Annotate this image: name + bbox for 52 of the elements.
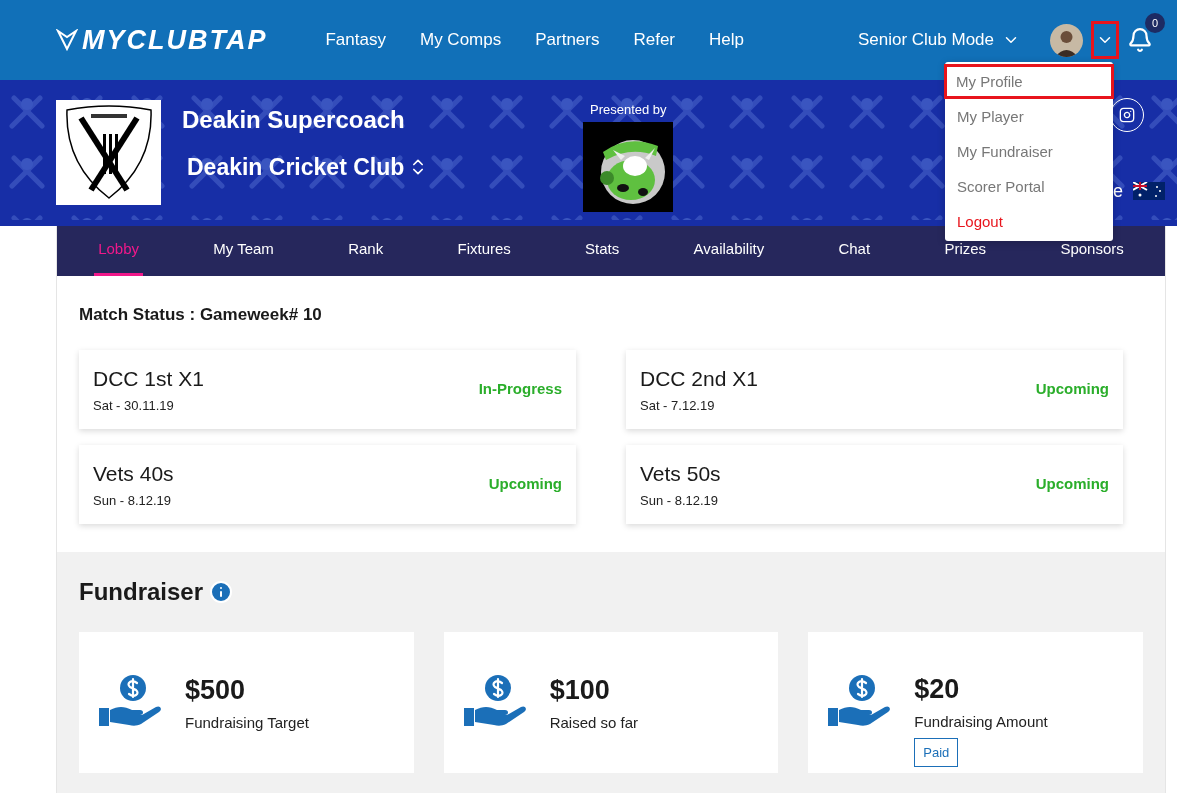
match-date: Sun - 8.12.19	[93, 492, 173, 510]
sponsor-caption: Presented by	[590, 101, 667, 119]
notification-count: 0	[1145, 13, 1165, 33]
match-status: Upcoming	[1035, 378, 1109, 399]
match-card[interactable]: DCC 2nd X1 Sat - 7.12.19 Upcoming	[626, 349, 1123, 429]
competition-title: Deakin Supercoach	[182, 105, 406, 135]
fundraiser-label: Fundraising Amount	[914, 712, 1048, 733]
partial-text: e	[1113, 180, 1123, 203]
bell-icon	[1127, 27, 1153, 53]
tab[interactable]: Fixtures	[453, 226, 515, 276]
avatar[interactable]	[1050, 23, 1083, 57]
fundraiser-label: Fundraising Target	[185, 713, 309, 733]
tab[interactable]: Rank	[344, 226, 388, 276]
fundraiser-amount: $500	[185, 673, 247, 707]
club-selector[interactable]: Deakin Cricket Club	[187, 150, 429, 185]
nav-link[interactable]: Fantasy	[325, 27, 386, 53]
fundraiser-amount: $100	[549, 673, 611, 707]
tab[interactable]: My Team	[209, 226, 278, 276]
info-icon[interactable]	[209, 579, 234, 604]
match-date: Sun - 8.12.19	[640, 492, 720, 510]
match-status: Upcoming	[1035, 473, 1109, 494]
tab[interactable]: Availability	[689, 226, 769, 276]
paid-status: Paid	[914, 737, 959, 768]
instagram-icon	[1119, 107, 1135, 123]
menu-item[interactable]: My Player	[945, 99, 1113, 134]
fundraiser-amount: $20	[914, 672, 961, 706]
match-status-title: Match Status : Gameweek# 10	[79, 304, 323, 326]
team-name: Vets 50s	[640, 460, 721, 487]
nav-link[interactable]: Partners	[535, 27, 600, 53]
match-card[interactable]: Vets 50s Sun - 8.12.19 Upcoming	[626, 444, 1123, 524]
menu-item[interactable]: My Profile	[944, 64, 1114, 99]
match-card[interactable]: Vets 40s Sun - 8.12.19 Upcoming	[79, 444, 576, 524]
brand-logo[interactable]: MYCLUBTAP	[56, 19, 268, 61]
menu-item[interactable]: My Fundraiser	[945, 134, 1113, 169]
nav-link[interactable]: My Comps	[419, 27, 502, 53]
nav-link[interactable]: Refer	[633, 27, 676, 53]
match-card[interactable]: DCC 1st X1 Sat - 30.11.19 In-Progress	[79, 349, 576, 429]
match-date: Sat - 7.12.19	[640, 397, 716, 415]
tab[interactable]: Chat	[834, 226, 875, 276]
match-status: In-Progress	[478, 378, 562, 399]
australia-flag-icon	[1133, 182, 1165, 200]
fundraiser-title: Fundraiser	[79, 576, 204, 607]
team-name: Vets 40s	[93, 460, 174, 487]
match-date: Sat - 30.11.19	[93, 397, 175, 415]
nav-link[interactable]: Help	[709, 27, 744, 53]
tab[interactable]: Stats	[581, 226, 624, 276]
fundraiser-label: Raised so far	[549, 713, 639, 733]
team-name: DCC 1st X1	[93, 365, 204, 392]
team-name: DCC 2nd X1	[640, 365, 758, 392]
menu-item[interactable]: Scorer Portal	[945, 169, 1113, 204]
mode-selector[interactable]: Senior Club Mode	[857, 27, 1020, 53]
match-status: Upcoming	[488, 473, 562, 494]
